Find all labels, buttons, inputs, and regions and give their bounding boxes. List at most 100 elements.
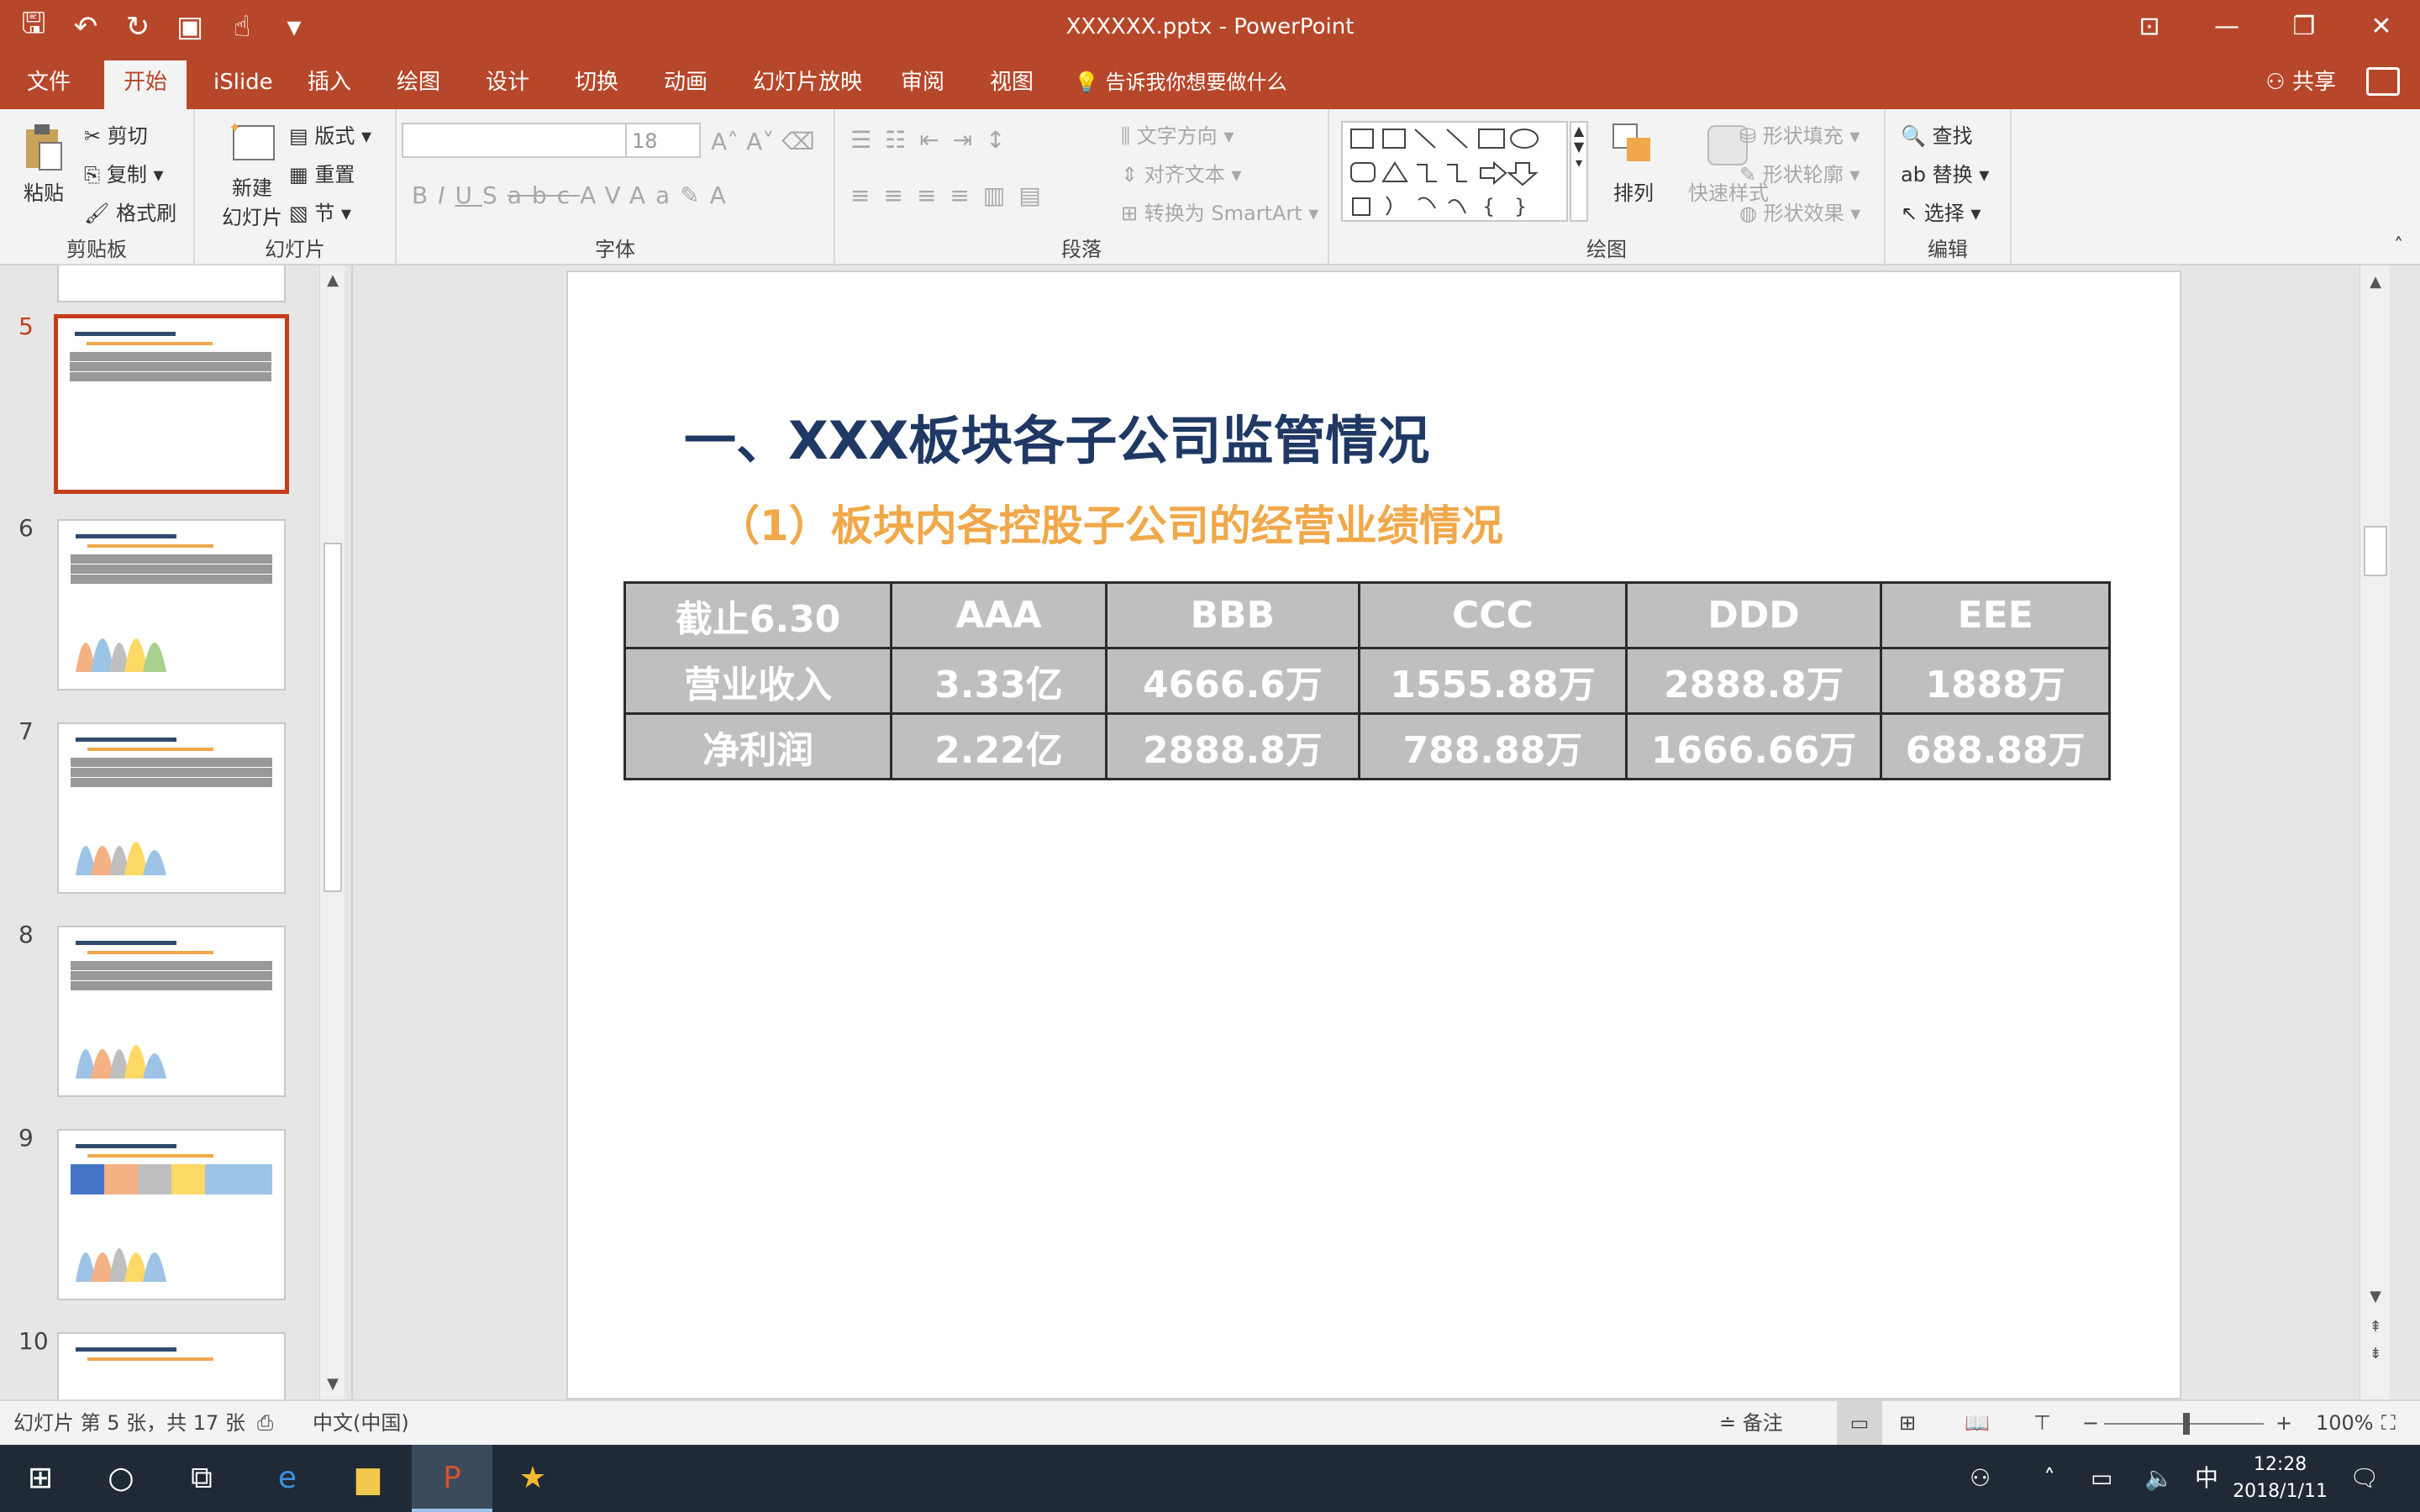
table-cell[interactable]: 1888万: [1881, 648, 2110, 714]
notes-button[interactable]: ≐ 备注: [1719, 1401, 1783, 1445]
table-cell[interactable]: 3.33亿: [892, 648, 1106, 714]
cut-button[interactable]: ✂ 剪切: [84, 119, 148, 149]
line-spacing-icon[interactable]: ↕: [986, 126, 1018, 154]
scroll-up-icon[interactable]: ▲: [320, 269, 345, 292]
tab-islide[interactable]: iSlide: [203, 60, 283, 109]
shrink-font-icon[interactable]: A˅: [746, 128, 774, 155]
clock[interactable]: 12:28 2018/1/11: [2233, 1452, 2328, 1505]
task-view-icon[interactable]: ⧉: [161, 1445, 242, 1512]
zoom-in-icon[interactable]: +: [2275, 1401, 2292, 1445]
reset-button[interactable]: ▦ 重置: [289, 158, 355, 187]
zoom-level[interactable]: 100%: [2316, 1401, 2374, 1445]
tab-file[interactable]: 文件: [17, 60, 81, 109]
fit-slide-icon[interactable]: ⛶: [2381, 1401, 2396, 1445]
shapes-gallery[interactable]: {}: [1341, 121, 1568, 222]
numbering-icon[interactable]: ☷: [885, 126, 919, 154]
table-cell[interactable]: 2888.8万: [1106, 714, 1360, 780]
edge-icon[interactable]: e: [247, 1445, 328, 1512]
start-icon[interactable]: ⊞: [0, 1445, 81, 1512]
font-size-buttons[interactable]: A˄ A˅ ⌫: [711, 128, 815, 155]
table-cell[interactable]: 截止6.30: [625, 583, 892, 648]
columns-icon[interactable]: ▤: [1018, 181, 1054, 209]
slide-thumbnail[interactable]: [57, 1129, 286, 1300]
notifications-icon[interactable]: 🗨: [2349, 1445, 2380, 1512]
copy-button[interactable]: ⎘ 复制 ▾: [84, 158, 164, 187]
change-case-icon[interactable]: Aa: [629, 181, 680, 209]
scroll-down-icon[interactable]: ▼: [2360, 1285, 2390, 1309]
powerpoint-icon[interactable]: P: [412, 1445, 492, 1512]
font-name-field[interactable]: [402, 123, 629, 158]
slide-sorter-icon[interactable]: ⊞: [1899, 1401, 1916, 1445]
table-cell[interactable]: 1666.66万: [1626, 714, 1881, 780]
tab-transitions[interactable]: 切换: [565, 60, 629, 109]
slide-canvas[interactable]: 一、XXX板块各子公司监管情况 （1）板块内各控股子公司的经营业绩情况 截止6.…: [566, 270, 2181, 1399]
reading-view-icon[interactable]: 📖: [1965, 1401, 1990, 1445]
shapes-gallery-scroll[interactable]: ▲▼▾: [1570, 121, 1588, 222]
table-cell[interactable]: 2.22亿: [892, 714, 1106, 780]
align-text-button[interactable]: ⇕ 对齐文本 ▾: [1121, 158, 1241, 187]
bold-icon[interactable]: B: [412, 181, 438, 209]
format-painter-button[interactable]: 🖌 格式刷: [84, 197, 176, 226]
font-size-field[interactable]: 18: [625, 123, 701, 158]
language-indicator[interactable]: 中文(中国): [313, 1401, 409, 1445]
scrollbar-thumb[interactable]: [2364, 526, 2387, 576]
table-cell[interactable]: 营业收入: [625, 648, 892, 714]
table-cell[interactable]: BBB: [1106, 583, 1360, 648]
slide-thumbnail[interactable]: [57, 926, 286, 1097]
next-slide-icon[interactable]: ⇟: [2360, 1342, 2390, 1366]
table-cell[interactable]: DDD: [1626, 583, 1881, 648]
network-icon[interactable]: ▭: [2091, 1445, 2112, 1512]
zoom-out-icon[interactable]: −: [2082, 1401, 2099, 1445]
text-direction-button[interactable]: ⫼ 文字方向 ▾: [1121, 119, 1234, 149]
spelling-icon[interactable]: ⎙: [257, 1401, 273, 1445]
slide-thumbnail[interactable]: [57, 1332, 286, 1399]
tell-me-search[interactable]: 💡 告诉我你想要做什么: [1074, 60, 1287, 104]
table-cell[interactable]: 2888.8万: [1626, 648, 1881, 714]
volume-icon[interactable]: 🔈: [2144, 1445, 2174, 1512]
scroll-up-icon[interactable]: ▲: [2360, 270, 2390, 294]
section-button[interactable]: ▧ 节 ▾: [289, 197, 351, 226]
align-left-icon[interactable]: ≡: [850, 181, 883, 209]
char-spacing-icon[interactable]: AV: [580, 181, 629, 209]
shape-fill-button[interactable]: ⛁ 形状填充 ▾: [1739, 119, 1860, 149]
slide-thumbnail[interactable]: [57, 265, 286, 302]
tab-design[interactable]: 设计: [476, 60, 539, 109]
slideshow-view-icon[interactable]: ⊤: [2033, 1401, 2051, 1445]
highlight-icon[interactable]: ✎: [680, 181, 709, 209]
table-cell[interactable]: 788.88万: [1360, 714, 1627, 780]
shape-effects-button[interactable]: ◍ 形状效果 ▾: [1739, 197, 1860, 226]
scrollbar-thumb[interactable]: [324, 543, 342, 892]
table-cell[interactable]: CCC: [1360, 583, 1627, 648]
share-button[interactable]: ⚇ 共享: [2265, 60, 2336, 104]
tray-expand-icon[interactable]: ˄: [2044, 1445, 2055, 1512]
table-cell[interactable]: 1555.88万: [1360, 648, 1627, 714]
distributed-icon[interactable]: ▥: [983, 181, 1018, 209]
table-cell[interactable]: EEE: [1881, 583, 2110, 648]
comments-icon[interactable]: [2366, 67, 2400, 96]
strikethrough-icon[interactable]: abc: [508, 181, 580, 209]
select-button[interactable]: ↖ 选择 ▾: [1901, 197, 1981, 226]
zoom-slider-handle[interactable]: [2183, 1413, 2190, 1435]
tab-home[interactable]: 开始: [104, 60, 187, 109]
cortana-icon[interactable]: ○: [81, 1445, 161, 1512]
table-cell[interactable]: AAA: [892, 583, 1106, 648]
layout-button[interactable]: ▤ 版式 ▾: [289, 119, 371, 149]
tab-slideshow[interactable]: 幻灯片放映: [743, 60, 872, 109]
grow-font-icon[interactable]: A˄: [711, 128, 739, 155]
tab-insert[interactable]: 插入: [297, 60, 361, 109]
new-slide-button[interactable]: ✦ 新建 幻灯片: [210, 119, 294, 230]
tab-animations[interactable]: 动画: [654, 60, 718, 109]
collapse-ribbon-icon[interactable]: ˄: [2394, 235, 2403, 256]
font-size-select[interactable]: 18: [625, 123, 701, 158]
find-button[interactable]: 🔍 查找: [1901, 119, 1973, 149]
shadow-icon[interactable]: S: [482, 181, 508, 209]
replace-button[interactable]: ab 替换 ▾: [1901, 158, 1989, 187]
ribbon-display-options-icon[interactable]: ⊡: [2111, 0, 2188, 54]
tab-review[interactable]: 审阅: [891, 60, 955, 109]
slide-title[interactable]: 一、XXX板块各子公司监管情况: [684, 398, 1429, 474]
tab-draw[interactable]: 绘图: [387, 60, 450, 109]
slide-thumbnail-selected[interactable]: [54, 314, 289, 494]
close-icon[interactable]: ✕: [2343, 0, 2420, 54]
tab-view[interactable]: 视图: [980, 60, 1044, 109]
previous-slide-icon[interactable]: ⇞: [2360, 1315, 2390, 1339]
